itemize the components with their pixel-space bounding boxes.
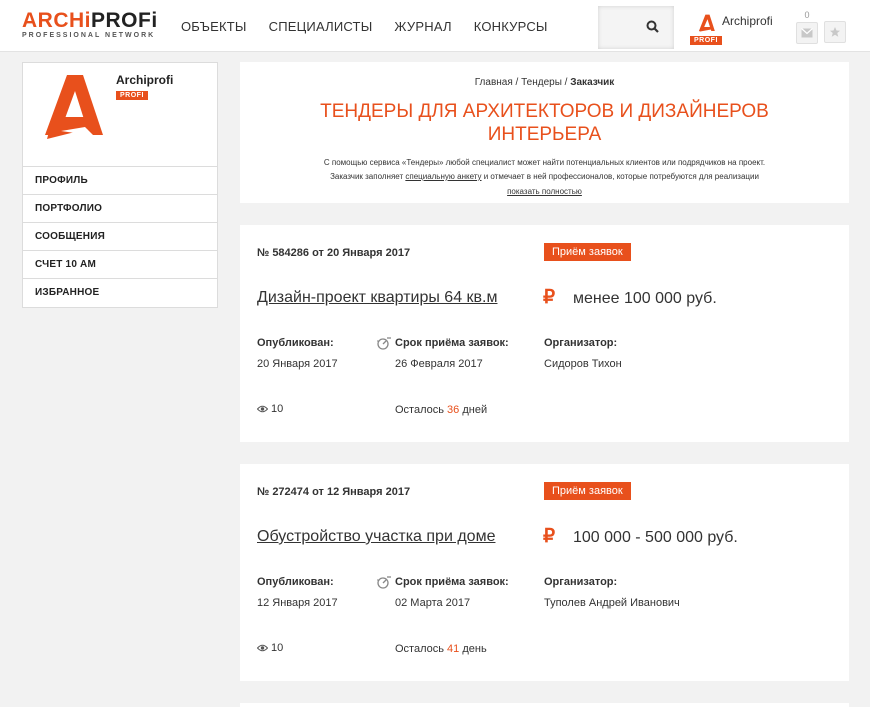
tender-price: 100 000 - 500 000 руб.: [573, 529, 738, 546]
logo-subtitle: PROFESSIONAL NETWORK: [22, 32, 156, 39]
main-nav: ОБЪЕКТЫ СПЕЦИАЛИСТЫ ЖУРНАЛ КОНКУРСЫ: [181, 19, 548, 34]
page-title: ТЕНДЕРЫ ДЛЯ АРХИТЕКТОРОВ И ДИЗАЙНЕРОВ ИН…: [320, 101, 769, 145]
nav-objects[interactable]: ОБЪЕКТЫ: [181, 19, 247, 34]
envelope-button[interactable]: [796, 22, 818, 44]
top-header: ARCHiPROFi PROFESSIONAL NETWORK ОБЪЕКТЫ …: [0, 0, 870, 52]
days-left-number: 36: [447, 404, 460, 416]
intro-text-line: Заказчик заполняет специальную анкету и …: [300, 170, 789, 184]
sidebar-item-favorites[interactable]: ИЗБРАННОЕ: [23, 279, 217, 307]
nav-contests[interactable]: КОНКУРСЫ: [474, 19, 548, 34]
breadcrumb-separator: /: [561, 77, 571, 88]
breadcrumb: Главная / Тендеры / Заказчик: [240, 77, 849, 88]
organizer-name: Сидоров Тихон: [544, 358, 622, 370]
deadline-date: 02 Марта 2017: [395, 597, 471, 609]
site-logo[interactable]: ARCHiPROFi PROFESSIONAL NETWORK: [22, 9, 158, 39]
views-counter: 10: [257, 403, 283, 415]
published-date: 12 Января 2017: [257, 597, 338, 609]
profi-badge: PROFI: [690, 36, 722, 45]
days-left-unit: дней: [459, 404, 488, 416]
profile-sidebar: Archiprofi PROFI ПРОФИЛЬ ПОРТФОЛИО СООБЩ…: [22, 62, 218, 308]
tender-card: № 272474 от 12 Января 2017 Приём заявок …: [240, 464, 849, 681]
ruble-icon: ₽: [543, 526, 556, 547]
tender-title-link[interactable]: Обустройство участка при доме: [257, 528, 495, 546]
tender-price: менее 100 000 руб.: [573, 290, 717, 307]
days-left-prefix: Осталось: [395, 404, 448, 416]
breadcrumb-home[interactable]: Главная: [475, 77, 513, 88]
breadcrumb-separator: /: [512, 77, 522, 88]
intro-text-part: Заказчик заполняет: [330, 172, 406, 181]
days-left-number: 41: [447, 643, 460, 655]
days-left-unit: день: [459, 643, 487, 655]
tender-number: № 584286 от 20 Января 2017: [257, 247, 411, 259]
eye-icon: [257, 405, 268, 413]
next-tender-card: [240, 703, 849, 707]
messages-count: 0: [804, 10, 810, 20]
sidebar-item-profile[interactable]: ПРОФИЛЬ: [23, 167, 217, 195]
published-label: Опубликован:: [257, 337, 334, 349]
stopwatch-icon: [377, 576, 391, 589]
organizer-label: Организатор:: [544, 576, 618, 588]
views-count: 10: [271, 642, 284, 654]
days-left-prefix: Осталось: [395, 643, 448, 655]
user-name: Archiprofi: [722, 14, 773, 28]
tender-number: № 272474 от 12 Января 2017: [257, 486, 411, 498]
status-badge: Приём заявок: [544, 243, 631, 261]
profile-card: Archiprofi PROFI: [23, 63, 217, 167]
published-date: 20 Января 2017: [257, 358, 338, 370]
ruble-icon: ₽: [543, 287, 556, 308]
deadline-label: Срок приёма заявок:: [395, 576, 509, 588]
nav-journal[interactable]: ЖУРНАЛ: [394, 19, 451, 34]
user-menu[interactable]: Archiprofi PROFI: [690, 12, 790, 48]
sidebar-item-account[interactable]: СЧЕТ 10 АМ: [23, 251, 217, 279]
sidebar-item-messages[interactable]: СООБЩЕНИЯ: [23, 223, 217, 251]
logo-text-profi: PROFi: [91, 9, 158, 32]
published-label: Опубликован:: [257, 576, 334, 588]
intro-text-part: и отмечает в ней профессионалов, которые…: [481, 172, 759, 181]
status-badge: Приём заявок: [544, 482, 631, 500]
days-left: Осталось 36 дней: [395, 404, 487, 416]
deadline-date: 26 Февраля 2017: [395, 358, 483, 370]
organizer-name: Туполев Андрей Иванович: [544, 597, 680, 609]
search-icon: [646, 20, 659, 33]
organizer-label: Организатор:: [544, 337, 618, 349]
sidebar-item-portfolio[interactable]: ПОРТФОЛИО: [23, 195, 217, 223]
intro-text-line: С помощью сервиса «Тендеры» любой специа…: [323, 158, 766, 167]
breadcrumb-tenders[interactable]: Тендеры: [521, 77, 562, 88]
avatar[interactable]: [41, 75, 105, 143]
star-icon: [830, 27, 840, 37]
questionnaire-link[interactable]: специальную анкету: [405, 172, 481, 181]
show-more-link[interactable]: показать полностью: [240, 187, 849, 196]
favorites-button[interactable]: [824, 21, 846, 43]
views-count: 10: [271, 403, 284, 415]
nav-specialists[interactable]: СПЕЦИАЛИСТЫ: [269, 19, 373, 34]
envelope-icon: [801, 28, 813, 38]
views-counter: 10: [257, 642, 283, 654]
tenders-intro: Главная / Тендеры / Заказчик ТЕНДЕРЫ ДЛЯ…: [240, 62, 849, 203]
days-left: Осталось 41 день: [395, 643, 487, 655]
eye-icon: [257, 644, 268, 652]
tender-card: № 584286 от 20 Января 2017 Приём заявок …: [240, 225, 849, 442]
profile-name[interactable]: Archiprofi: [116, 73, 173, 87]
deadline-label: Срок приёма заявок:: [395, 337, 509, 349]
tender-title-link[interactable]: Дизайн-проект квартиры 64 кв.м: [257, 289, 497, 307]
profi-badge: PROFI: [116, 91, 148, 100]
search-button[interactable]: [598, 6, 674, 49]
user-logo-icon: [698, 14, 715, 32]
breadcrumb-current: Заказчик: [570, 77, 615, 88]
intro-description: С помощью сервиса «Тендеры» любой специа…: [300, 156, 789, 184]
stopwatch-icon: [377, 337, 391, 350]
logo-text-archi: ARCHi: [22, 9, 91, 32]
messages-button[interactable]: 0: [795, 10, 819, 44]
